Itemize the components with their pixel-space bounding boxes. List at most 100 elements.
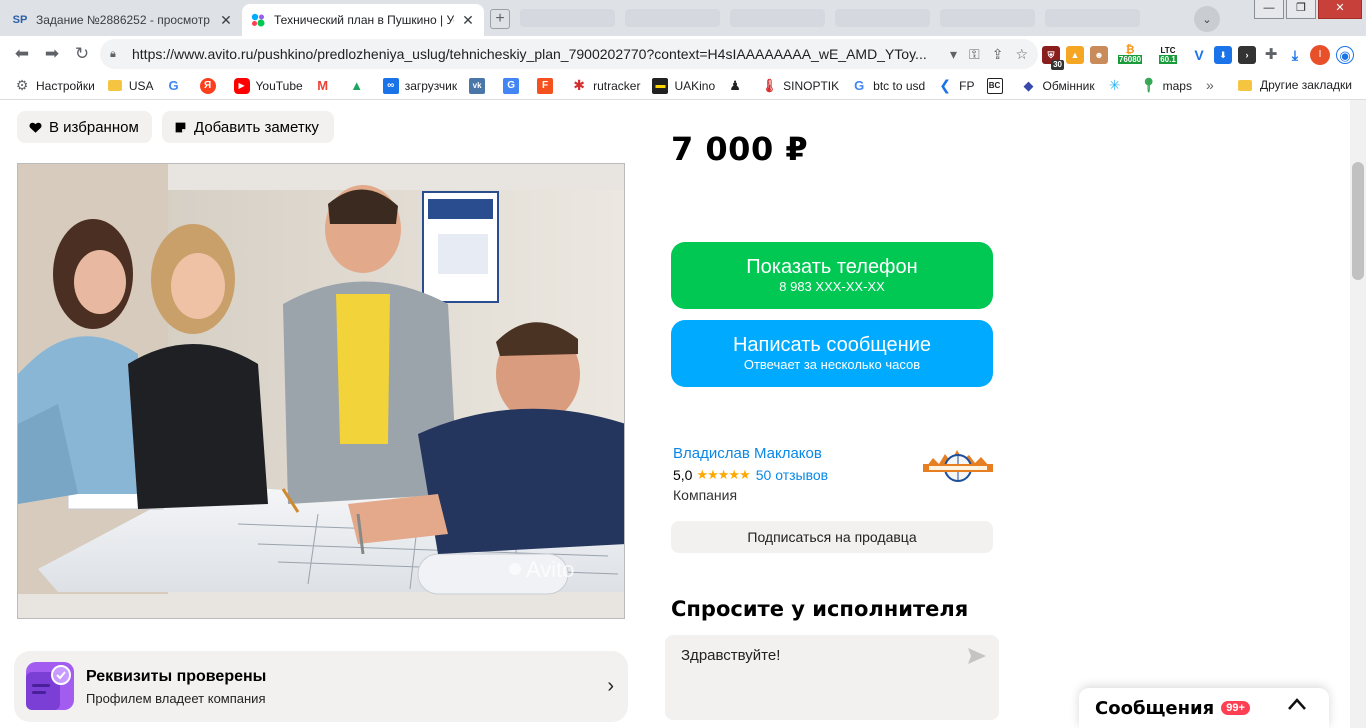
dropdown-icon[interactable]: ▾	[950, 46, 957, 63]
messages-widget[interactable]: Сообщения 99+	[1079, 688, 1329, 728]
bookmark-person[interactable]: ♟	[727, 78, 749, 94]
other-bookmarks-folder[interactable]: Другие закладки	[1238, 78, 1352, 92]
back-icon[interactable]: ⬅	[10, 42, 34, 66]
listing-photo[interactable]: Avito	[17, 163, 625, 619]
ext-shield-icon[interactable]: ⛨ 30	[1042, 46, 1064, 70]
bookmark-loader[interactable]: ∞ загрузчик	[382, 77, 458, 94]
folder-icon	[1238, 79, 1252, 91]
url-text[interactable]: https://www.avito.ru/pushkino/predlozhen…	[132, 46, 942, 62]
bookmark-f[interactable]: F	[537, 77, 559, 94]
extensions-row: ⛨ 30 ▲ ☻ ₿ 76080 LTC 60.1 V ⬇ › ✚ ⤓ I ◉	[1042, 44, 1354, 70]
avito-favicon-icon	[250, 12, 266, 28]
ext-brave-icon[interactable]: ▲	[1066, 46, 1084, 64]
tab-avito[interactable]: Технический план в Пушкино | Ус ✕	[242, 4, 484, 36]
ask-message-input[interactable]: Здравствуйте!	[665, 635, 999, 720]
f-icon: F	[537, 77, 554, 94]
ext-terminal-icon[interactable]: ›	[1238, 46, 1256, 64]
address-bar[interactable]: 🔒︎ https://www.avito.ru/pushkino/predloz…	[100, 39, 1038, 69]
subscribe-seller-button[interactable]: Подписаться на продавца	[671, 521, 993, 553]
translate-icon: G	[503, 77, 520, 94]
bookmark-uakino[interactable]: ▬ UAKino	[652, 77, 716, 94]
show-phone-label: Показать телефон	[746, 256, 918, 278]
ext-btc-icon[interactable]: ₿ 76080	[1114, 44, 1146, 66]
bookmark-gmail[interactable]: M	[315, 78, 337, 94]
fp-icon: ❮	[939, 77, 952, 93]
minimize-icon[interactable]: —	[1254, 0, 1284, 19]
ext-v-icon[interactable]: V	[1190, 46, 1208, 64]
bookmark-label: Настройки	[36, 78, 95, 93]
verified-details-card[interactable]: Реквизиты проверены Профилем владеет ком…	[14, 651, 628, 722]
bookmark-label: UAKino	[674, 78, 716, 93]
forward-icon[interactable]: ➡	[40, 42, 64, 66]
bookmark-label: rutracker	[593, 78, 641, 93]
key-icon[interactable]: ⚿	[969, 46, 980, 63]
bookmark-bc[interactable]: BC	[986, 77, 1009, 94]
bookmark-vk[interactable]: vk	[469, 77, 491, 94]
verified-document-icon	[26, 662, 74, 710]
close-tab-icon[interactable]: ✕	[460, 12, 476, 28]
add-note-button[interactable]: Добавить заметку	[162, 111, 334, 143]
reload-icon[interactable]: ↻	[70, 42, 94, 66]
send-icon[interactable]	[967, 647, 987, 665]
lock-icon: 🔒︎	[110, 48, 116, 60]
listing-price: 7 000 ₽	[671, 130, 809, 168]
bookmark-exchange[interactable]: ◆ Обмінник	[1021, 78, 1095, 94]
chevron-up-icon[interactable]	[1287, 697, 1307, 711]
folder-icon	[107, 78, 123, 94]
bookmark-translate[interactable]: G	[503, 77, 525, 94]
bookmark-label: загрузчик	[404, 78, 458, 93]
bookmark-drive[interactable]: ▲	[349, 78, 371, 94]
vk-icon: vk	[469, 77, 486, 94]
gmail-icon: M	[317, 78, 329, 93]
reviews-link[interactable]: 50 отзывов	[756, 467, 828, 483]
bookmark-label: Обмінник	[1042, 78, 1095, 93]
verified-subtitle: Профилем владеет компания	[86, 691, 266, 706]
bookmark-label: btc to usd	[873, 78, 926, 93]
extensions-puzzle-icon[interactable]: ✚	[1262, 46, 1280, 64]
bookmark-btc-usd[interactable]: Gbtc to usd	[851, 78, 925, 94]
star-icon[interactable]: ☆	[1015, 46, 1028, 63]
bookmark-rutracker[interactable]: ✱ rutracker	[571, 77, 641, 94]
bookmarks-overflow-button[interactable]: »	[1206, 77, 1214, 93]
exchange-icon: ◆	[1023, 77, 1034, 93]
downloads-icon[interactable]: ⤓	[1286, 46, 1304, 64]
show-phone-button[interactable]: Показать телефон 8 983 XXX-XX-XX	[671, 242, 993, 309]
write-message-button[interactable]: Написать сообщение Отвечает за несколько…	[671, 320, 993, 387]
loop-icon: ∞	[382, 77, 399, 94]
bookmark-yandex[interactable]: Я	[199, 77, 222, 94]
bookmark-youtube[interactable]: ▶ YouTube	[233, 77, 303, 94]
tab-title: Технический план в Пушкино | Ус	[274, 13, 454, 27]
new-tab-button[interactable]: +	[490, 9, 510, 29]
surveyors-photo: Avito	[18, 164, 624, 618]
ext-download-icon[interactable]: ⬇	[1214, 46, 1232, 64]
tab-task[interactable]: SP Задание №2886252 - просмотр за ✕	[4, 4, 242, 36]
bookmark-settings[interactable]: ⚙ Настройки	[14, 77, 95, 94]
phone-mask: 8 983 XXX-XX-XX	[779, 279, 885, 294]
profile-avatar[interactable]: I	[1310, 45, 1330, 65]
favorite-button[interactable]: В избранном	[17, 111, 152, 143]
google-icon: G	[168, 78, 179, 93]
page-scrollbar[interactable]	[1350, 100, 1366, 728]
bookmark-label: USA	[128, 78, 154, 93]
bookmarks-bar: ⚙ Настройки USA G Я ▶ YouTube M ▲ ∞ загрузч…	[0, 72, 1366, 100]
bookmark-sinoptik[interactable]: 🌡︎ SINOPTIK	[761, 78, 839, 94]
bookmark-google[interactable]: G	[166, 78, 188, 94]
tab-title: Задание №2886252 - просмотр за	[36, 13, 212, 27]
bookmark-maps[interactable]: 📍︎ maps	[1140, 77, 1192, 94]
close-tab-icon[interactable]: ✕	[218, 12, 234, 28]
ext-ltc-icon[interactable]: LTC 60.1	[1152, 44, 1184, 66]
bookmark-usa[interactable]: USA	[107, 78, 154, 94]
bookmark-sparkle[interactable]: ✳	[1107, 77, 1129, 94]
share-icon[interactable]: ⇪	[992, 46, 1004, 63]
sparkle-icon: ✳	[1108, 77, 1121, 93]
ext-globe-icon[interactable]: ◉	[1336, 46, 1354, 64]
bookmark-fp[interactable]: ❮ FP	[937, 77, 974, 94]
maximize-icon[interactable]: ❐	[1286, 0, 1316, 19]
ext-face-icon[interactable]: ☻	[1090, 46, 1108, 64]
window-close-icon[interactable]: ✕	[1318, 0, 1362, 19]
seller-logo[interactable]	[923, 446, 993, 484]
seller-type: Компания	[673, 487, 738, 503]
google-icon: G	[854, 78, 865, 93]
scrollbar-thumb[interactable]	[1352, 162, 1364, 280]
tab-search-icon[interactable]: ⌄	[1194, 6, 1220, 32]
